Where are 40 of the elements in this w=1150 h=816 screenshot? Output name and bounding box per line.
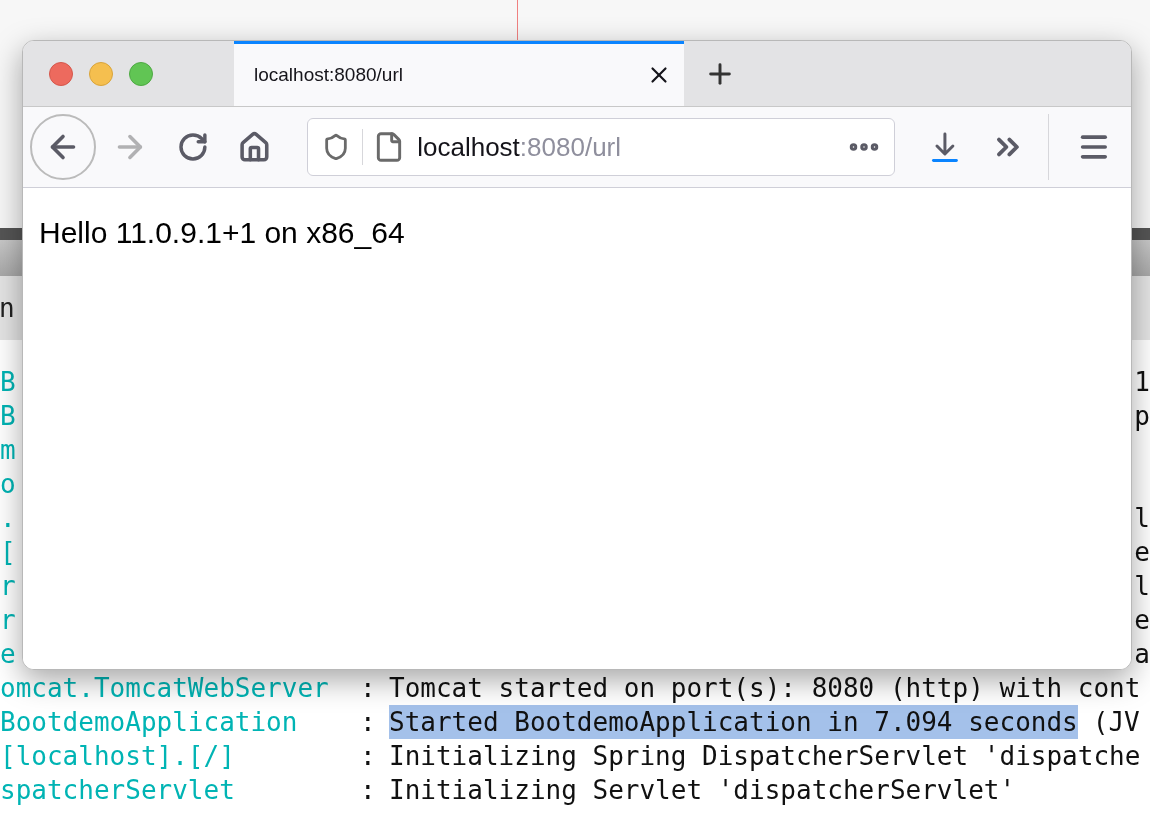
browser-tab[interactable]: localhost:8080/url	[234, 41, 684, 106]
log-message: (JV	[1092, 706, 1140, 739]
message-fragment: e	[1134, 536, 1150, 569]
separator: :	[360, 740, 377, 773]
message-fragment: l	[1134, 502, 1150, 535]
logger-fragment: m	[0, 434, 16, 467]
logger-name: omcat.TomcatWebServer	[0, 672, 330, 705]
home-icon[interactable]	[238, 130, 272, 164]
tab-title: localhost:8080/url	[254, 62, 404, 87]
logger-fragment: e	[0, 638, 16, 671]
page-text: Hello 11.0.9.1+1 on x86_64	[39, 216, 405, 249]
logger-name: spatcherServlet	[0, 774, 236, 807]
logger-fragment: B	[0, 366, 16, 399]
log-message: Tomcat started on port(s): 8080 (http) with cont	[389, 672, 1141, 705]
guide-line	[517, 0, 518, 40]
separator: :	[360, 774, 377, 807]
logger-fragment: r	[0, 604, 16, 637]
logger-fragment: [	[0, 536, 16, 569]
separator: :	[360, 672, 377, 705]
url-text: localhost:8080/url	[417, 130, 623, 164]
selected-text: Started BootdemoApplication in 7.094 seconds	[389, 705, 1078, 739]
message-fragment: l	[1134, 570, 1150, 603]
logger-fragment: r	[0, 570, 16, 603]
logger-fragment: .	[0, 502, 16, 535]
logger-name: BootdemoApplication	[0, 706, 299, 739]
separator: :	[360, 706, 377, 739]
message-fragment: a	[1134, 638, 1150, 671]
reload-icon[interactable]	[176, 131, 209, 163]
message-fragment: e	[1134, 604, 1150, 637]
log-message: Initializing Spring DispatcherServlet 'dispatche	[389, 740, 1141, 773]
message-fragment: 1	[1134, 366, 1150, 399]
logger-name: [localhost].[/]	[0, 740, 236, 773]
message-fragment: p	[1134, 400, 1150, 433]
log-message: Initializing Servlet 'dispatcherServlet'	[389, 774, 1016, 807]
logger-fragment: o	[0, 468, 16, 501]
address-bar[interactable]: localhost:8080/url	[307, 118, 895, 176]
panel-tab-label[interactable]: n	[0, 288, 15, 328]
logger-fragment: B	[0, 400, 16, 433]
close-window-button[interactable]	[49, 61, 73, 86]
back-button[interactable]	[30, 114, 96, 180]
